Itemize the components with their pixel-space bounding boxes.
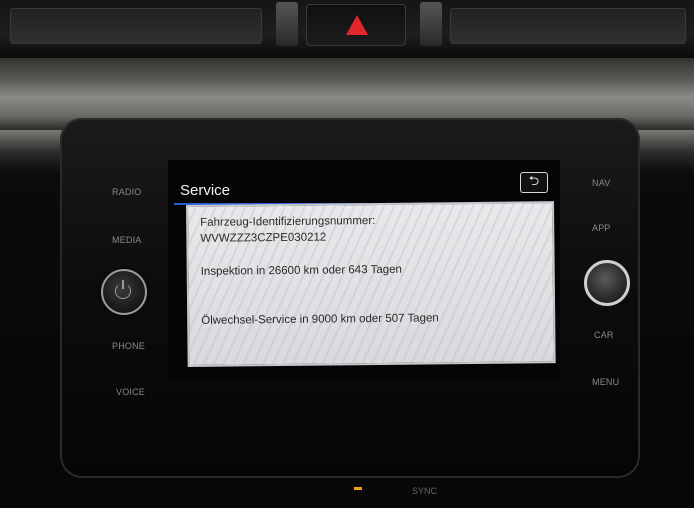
infotainment-screen: Service ⮌ Fahrzeug-Identifizierungsnumme… [168,160,560,380]
hazard-button[interactable] [306,4,406,46]
seat-heat-indicator [354,487,362,490]
car-button[interactable]: CAR [594,330,614,340]
left-air-vent [10,8,262,44]
right-air-vent [450,8,686,44]
hazard-triangle-icon [346,15,368,35]
nav-button[interactable]: NAV [592,178,610,188]
phone-button[interactable]: PHONE [112,341,145,351]
service-info-panel: Fahrzeug-Identifizierungsnummer: WVWZZZ3… [186,201,556,367]
radio-button[interactable]: RADIO [112,187,142,197]
inspection-info: Inspektion in 26600 km oder 643 Tagen [200,263,402,278]
oil-service-info: Ölwechsel-Service in 9000 km oder 507 Ta… [201,312,439,327]
volume-power-knob[interactable] [101,269,147,315]
page-title: Service [180,182,231,199]
media-button[interactable]: MEDIA [112,235,142,245]
back-button[interactable]: ⮌ [520,172,548,193]
right-vent-adjuster[interactable] [420,2,442,46]
voice-button[interactable]: VOICE [116,387,145,397]
car-dashboard: RADIO MEDIA PHONE VOICE NAV APP CAR MENU… [0,0,694,508]
climate-control-strip [0,478,694,508]
sync-button[interactable]: SYNC [412,486,437,496]
power-icon-line [122,280,124,289]
left-vent-adjuster[interactable] [276,2,298,46]
air-vent-strip [0,0,694,58]
tune-scroll-knob[interactable] [584,260,630,306]
menu-button[interactable]: MENU [592,377,619,387]
app-button[interactable]: APP [592,223,611,233]
vin-label: Fahrzeug-Identifizierungsnummer: [200,215,376,229]
back-arrow-icon: ⮌ [528,174,540,189]
vin-value: WVWZZZ3CZPE030212 [200,231,327,245]
